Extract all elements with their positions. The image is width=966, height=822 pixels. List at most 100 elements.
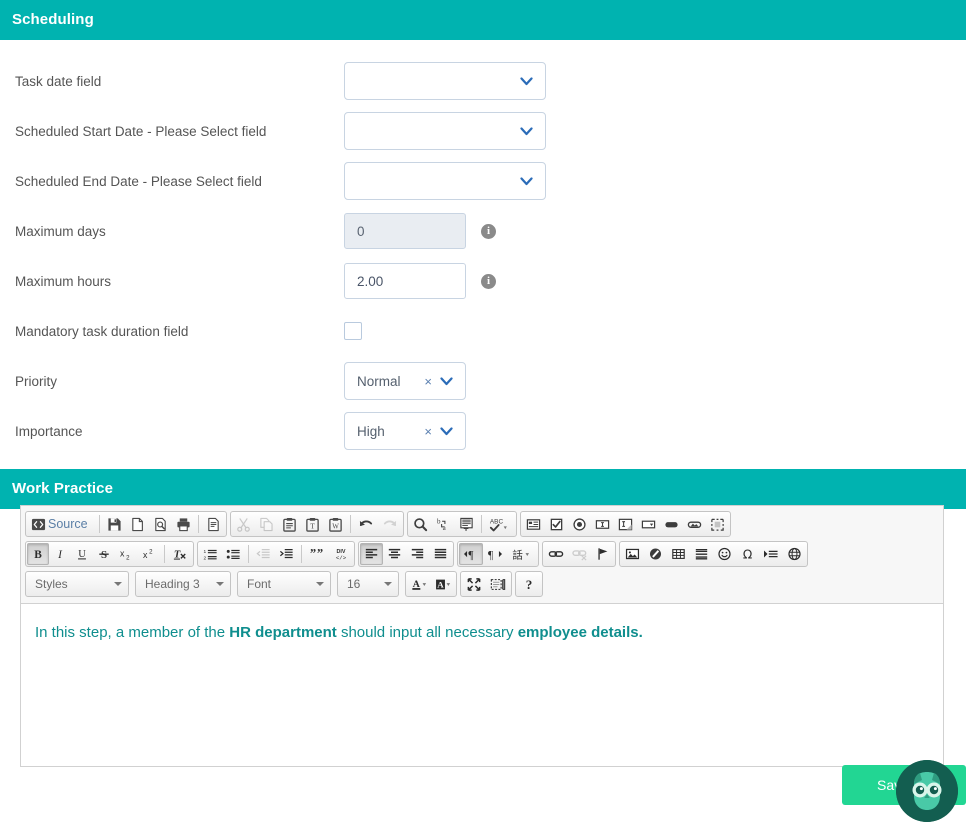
select-scheduled-start-date[interactable] — [344, 112, 546, 150]
clear-selection-icon[interactable]: × — [424, 425, 432, 438]
text-field-icon[interactable] — [591, 513, 614, 535]
language-icon[interactable]: 話 — [507, 543, 537, 565]
blockquote-icon[interactable]: ”” — [305, 543, 329, 565]
radio-icon[interactable] — [568, 513, 591, 535]
subscript-icon[interactable]: x2 — [115, 543, 138, 565]
new-page-icon[interactable] — [126, 513, 149, 535]
font-combo[interactable]: Font — [237, 571, 331, 597]
owl-mascot-icon[interactable] — [896, 760, 958, 822]
unlink-icon[interactable] — [568, 543, 592, 565]
select-task-date-field[interactable] — [344, 62, 546, 100]
horizontal-rule-icon[interactable] — [690, 543, 713, 565]
form-row-mandatory-task-duration: Mandatory task duration field — [0, 306, 966, 356]
underline-icon[interactable]: U — [71, 543, 93, 565]
bulleted-list-icon[interactable] — [222, 543, 245, 565]
info-icon[interactable]: i — [481, 273, 496, 289]
cut-icon[interactable] — [232, 513, 255, 535]
clear-selection-icon[interactable]: × — [424, 375, 432, 388]
toolbar-group-colors: A A — [405, 571, 457, 597]
anchor-icon[interactable] — [592, 543, 614, 565]
font-size-combo[interactable]: 16 — [337, 571, 399, 597]
paste-word-icon[interactable]: W — [324, 513, 347, 535]
text-color-icon[interactable]: A — [407, 573, 431, 595]
text-direction-rtl-icon[interactable]: ¶ — [483, 543, 507, 565]
select-scheduled-end-date[interactable] — [344, 162, 546, 200]
special-char-icon[interactable]: Ω — [736, 543, 759, 565]
svg-text:I: I — [57, 549, 63, 561]
spellcheck-icon[interactable]: ABC — [485, 513, 515, 535]
numbered-list-icon[interactable]: 12 — [199, 543, 222, 565]
align-center-icon[interactable] — [383, 543, 406, 565]
preview-icon[interactable] — [149, 513, 172, 535]
toolbar-group-tools — [460, 571, 512, 597]
table-icon[interactable] — [667, 543, 690, 565]
about-icon[interactable]: ? — [517, 573, 541, 595]
format-combo[interactable]: Heading 3 — [135, 571, 231, 597]
maximize-icon[interactable] — [462, 573, 486, 595]
form-row-priority: Priority Normal × — [0, 356, 966, 406]
font-size-combo-value: 16 — [347, 577, 361, 591]
italic-icon[interactable]: I — [49, 543, 71, 565]
templates-icon[interactable] — [202, 513, 225, 535]
flash-icon[interactable] — [644, 543, 667, 565]
strikethrough-icon[interactable]: S — [93, 543, 115, 565]
source-icon[interactable]: Source — [27, 513, 96, 535]
form-icon[interactable] — [522, 513, 545, 535]
maximum-hours-input[interactable]: 2.00 — [344, 263, 466, 299]
paste-text-icon[interactable]: T — [301, 513, 324, 535]
undo-icon[interactable] — [354, 513, 378, 535]
chevron-down-icon — [316, 582, 324, 586]
redo-icon[interactable] — [378, 513, 402, 535]
align-justify-icon[interactable] — [429, 543, 452, 565]
save-icon[interactable] — [103, 513, 126, 535]
editor-text-part-2: HR department — [229, 624, 337, 641]
select-all-icon[interactable] — [455, 513, 478, 535]
find-icon[interactable] — [409, 513, 432, 535]
indent-icon[interactable] — [275, 543, 298, 565]
remove-format-icon[interactable]: T — [168, 543, 192, 565]
align-right-icon[interactable] — [406, 543, 429, 565]
section-title-scheduling: Scheduling — [12, 11, 94, 28]
image-button-icon[interactable] — [683, 513, 706, 535]
svg-text:T: T — [310, 521, 315, 530]
page-break-icon[interactable] — [759, 543, 783, 565]
paste-icon[interactable] — [278, 513, 301, 535]
select-field-icon[interactable] — [637, 513, 660, 535]
align-left-icon[interactable] — [360, 543, 383, 565]
create-div-icon[interactable]: DIV </> — [329, 543, 353, 565]
iframe-icon[interactable] — [783, 543, 806, 565]
section-header-scheduling: Scheduling — [0, 0, 966, 40]
outdent-icon[interactable] — [252, 543, 275, 565]
mandatory-task-duration-checkbox[interactable] — [344, 322, 362, 340]
info-icon[interactable]: i — [481, 223, 496, 239]
hidden-field-icon[interactable] — [706, 513, 729, 535]
toolbar-separator — [480, 515, 482, 533]
svg-text:b: b — [437, 517, 441, 525]
smiley-icon[interactable] — [713, 543, 736, 565]
print-icon[interactable] — [172, 513, 195, 535]
link-icon[interactable] — [544, 543, 568, 565]
textarea-icon[interactable] — [614, 513, 637, 535]
bg-color-icon[interactable]: A — [431, 573, 455, 595]
label-mandatory-task-duration: Mandatory task duration field — [15, 323, 189, 339]
superscript-icon[interactable]: x2 — [138, 543, 161, 565]
select-priority[interactable]: Normal × — [344, 362, 466, 400]
text-direction-ltr-icon[interactable]: ¶ — [459, 543, 483, 565]
image-icon[interactable] — [621, 543, 644, 565]
select-importance[interactable]: High × — [344, 412, 466, 450]
replace-icon[interactable]: ba — [432, 513, 455, 535]
maximum-days-input[interactable]: 0 — [344, 213, 466, 249]
show-blocks-icon[interactable] — [486, 573, 510, 595]
editor-content-area[interactable]: In this step, a member of the HR departm… — [21, 604, 943, 644]
toolbar-group-links — [542, 541, 616, 567]
chevron-down-icon — [114, 582, 122, 586]
copy-icon[interactable] — [255, 513, 278, 535]
svg-text:2: 2 — [149, 549, 153, 556]
rich-text-editor: Source T W b a ABC B I U x 2 x 2 T 1 2 ”… — [20, 505, 944, 767]
styles-combo[interactable]: Styles — [25, 571, 129, 597]
bold-icon[interactable]: B — [27, 543, 49, 565]
toolbar-separator — [349, 515, 351, 533]
checkbox-icon[interactable] — [545, 513, 568, 535]
button-icon[interactable] — [660, 513, 683, 535]
format-combo-value: Heading 3 — [145, 577, 200, 591]
